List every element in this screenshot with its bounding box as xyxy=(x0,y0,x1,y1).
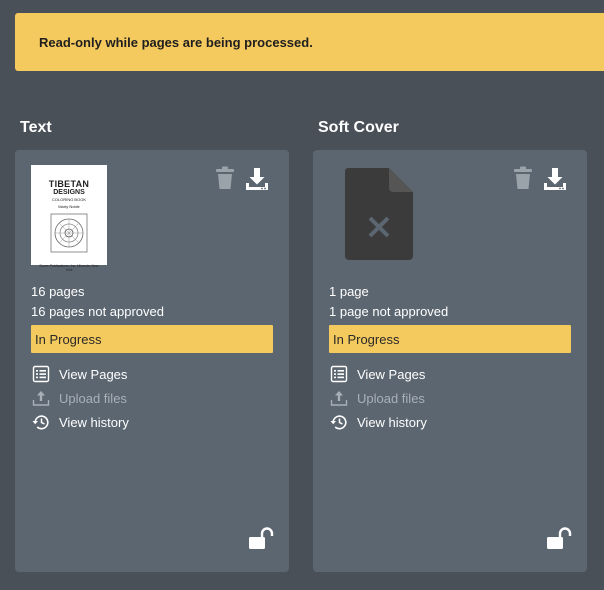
mandala-illustration xyxy=(50,213,88,253)
thumbnail-title: TIBETAN xyxy=(48,179,90,189)
page-count: 16 pages xyxy=(31,284,85,299)
view-pages-link[interactable]: View Pages xyxy=(31,364,127,384)
status-badge: In Progress xyxy=(31,325,273,353)
not-approved-count: 16 pages not approved xyxy=(31,304,164,319)
view-pages-link[interactable]: View Pages xyxy=(329,364,425,384)
history-icon xyxy=(330,415,347,430)
page-count: 1 page xyxy=(329,284,369,299)
card-soft-cover: 1 page 1 page not approved In Progress V… xyxy=(313,150,587,572)
view-history-label: View history xyxy=(59,414,129,430)
thumbnail-publisher: Dover Publications, Inc. Mineola, New Yo… xyxy=(39,264,99,272)
not-approved-count: 1 page not approved xyxy=(329,304,449,319)
list-icon xyxy=(330,365,348,383)
file-missing-icon xyxy=(345,168,413,260)
card-text: TIBETAN DESIGNS COLORING BOOK Marty Nobl… xyxy=(15,150,289,572)
section-title-text: Text xyxy=(20,119,52,136)
view-history-label: View history xyxy=(357,414,427,430)
status-badge: In Progress xyxy=(329,325,571,353)
view-pages-label: View Pages xyxy=(59,366,128,382)
view-history-link[interactable]: View history xyxy=(329,412,427,432)
upload-icon xyxy=(330,391,348,406)
thumbnail-subtitle: DESIGNS xyxy=(53,189,85,196)
trash-icon[interactable] xyxy=(214,166,236,190)
unlock-icon[interactable] xyxy=(248,527,274,551)
upload-files-label: Upload files xyxy=(59,390,127,406)
upload-files-label: Upload files xyxy=(357,390,425,406)
unlock-icon[interactable] xyxy=(546,527,572,551)
section-title-soft-cover: Soft Cover xyxy=(318,119,399,136)
view-pages-label: View Pages xyxy=(357,366,426,382)
view-history-link[interactable]: View history xyxy=(31,412,129,432)
history-icon xyxy=(32,415,49,430)
banner-message: Read-only while pages are being processe… xyxy=(39,35,313,50)
upload-files-link[interactable]: Upload files xyxy=(31,388,127,408)
download-icon[interactable] xyxy=(244,166,270,192)
thumbnail-author: Marty Noble xyxy=(58,204,80,209)
upload-icon xyxy=(32,391,50,406)
list-icon xyxy=(32,365,50,383)
read-only-banner: Read-only while pages are being processe… xyxy=(15,13,604,71)
trash-icon[interactable] xyxy=(512,166,534,190)
upload-files-link[interactable]: Upload files xyxy=(329,388,425,408)
cover-thumbnail[interactable]: TIBETAN DESIGNS COLORING BOOK Marty Nobl… xyxy=(31,165,107,272)
download-icon[interactable] xyxy=(542,166,568,192)
